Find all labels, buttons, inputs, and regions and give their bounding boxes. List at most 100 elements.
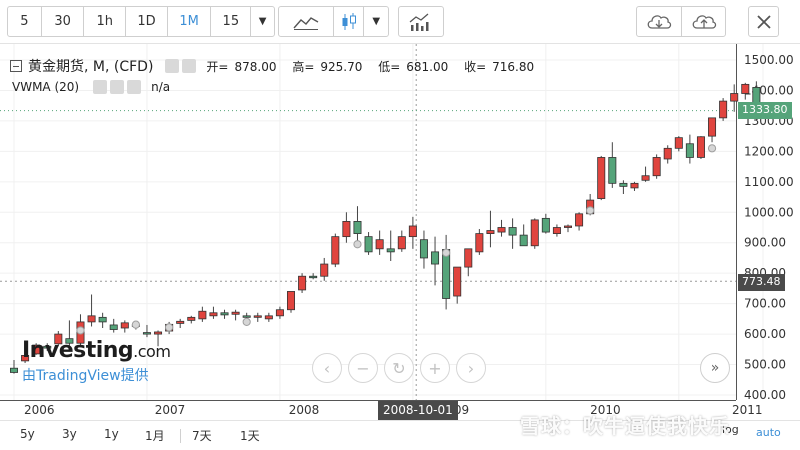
close-button[interactable]: [748, 6, 779, 37]
auto-scale-toggle[interactable]: auto: [756, 426, 781, 439]
candle-body: [530, 219, 539, 247]
zoom-in-button[interactable]: +: [420, 353, 450, 383]
price-tick-label: 700.00: [744, 297, 786, 311]
indicators-icon[interactable]: [399, 7, 443, 36]
indicator-remove-icon[interactable]: [127, 80, 142, 94]
candle-body: [597, 157, 606, 199]
cloud-upload-icon[interactable]: [682, 7, 725, 36]
brand-suffix: .com: [133, 342, 171, 361]
candle-body: [275, 309, 284, 317]
candle-body: [87, 315, 96, 323]
double-chevron-right-icon: »: [710, 360, 720, 376]
candle-body: [320, 263, 329, 277]
candle-body: [209, 312, 218, 317]
candle-body: [475, 233, 484, 253]
candle-body: [242, 315, 251, 318]
cursor-price-tag: 773.48: [738, 274, 785, 291]
indicators-group: [398, 6, 444, 37]
range-5y-button[interactable]: 5y: [20, 427, 35, 441]
cloud-download-icon[interactable]: [637, 7, 682, 36]
line-chart-icon[interactable]: [279, 7, 334, 36]
candle-body: [331, 236, 340, 265]
plus-icon: +: [428, 358, 442, 378]
candle-body: [408, 225, 417, 238]
range-7d-button[interactable]: 7天: [192, 427, 212, 444]
interval-dropdown-button[interactable]: ▼: [251, 7, 274, 36]
candle-body: [708, 117, 717, 137]
candle-body: [685, 143, 694, 158]
candle-body: [741, 83, 750, 94]
price-tick-label: 400.00: [744, 388, 786, 402]
candle-body: [154, 331, 163, 335]
candle-body: [431, 251, 440, 265]
candle-body: [552, 227, 561, 234]
candle-body: [619, 182, 628, 187]
candle-body: [286, 291, 295, 311]
interval-30-button[interactable]: 30: [42, 7, 85, 36]
interval-5-button[interactable]: 5: [8, 7, 42, 36]
indicator-settings-icon[interactable]: [110, 80, 125, 94]
chart-legend: 黄金期货, M, (CFD) 开= 878.00 高= 925.70 低= 681.0…: [10, 56, 546, 76]
indicator-title: VWMA (20): [12, 80, 80, 94]
collapse-legend-icon[interactable]: [10, 60, 22, 72]
chart-type-dropdown-button[interactable]: ▼: [364, 7, 388, 36]
indicator-eye-icon[interactable]: [93, 80, 108, 94]
investing-watermark: Investing.com 由TradingView提供: [22, 338, 171, 385]
reset-icon: ↻: [392, 358, 406, 378]
range-1d-button[interactable]: 1天: [240, 427, 260, 444]
scroll-right-button[interactable]: ›: [456, 353, 486, 383]
interval-15-button[interactable]: 15: [211, 7, 252, 36]
candle-body: [309, 275, 318, 279]
candle-body: [353, 221, 362, 234]
range-1m-button[interactable]: 1月: [145, 427, 165, 444]
settings-icon[interactable]: [182, 59, 197, 73]
scroll-to-end-button[interactable]: »: [700, 353, 730, 383]
range-3y-button[interactable]: 3y: [62, 427, 77, 441]
close-icon: [756, 14, 771, 29]
price-tick-label: 1000.00: [744, 205, 794, 219]
candle-body: [98, 316, 107, 323]
brand-name: Investing: [22, 338, 134, 363]
candle-body: [719, 100, 728, 119]
indicator-legend: VWMA (20) n/a: [12, 80, 170, 94]
range-1y-button[interactable]: 1y: [104, 427, 119, 441]
candle-body: [298, 275, 307, 291]
vwma-point: [76, 326, 85, 335]
interval-1m-button[interactable]: 1M: [168, 7, 212, 36]
candle-body: [497, 227, 506, 233]
symbol-title: 黄金期货, M, (CFD): [28, 59, 154, 75]
time-tick-label: 2007: [155, 403, 186, 417]
eye-icon[interactable]: [165, 59, 180, 73]
open-value: 开= 878.00: [206, 59, 277, 74]
candle-body: [231, 311, 240, 315]
scroll-left-button[interactable]: ‹: [312, 353, 342, 383]
last-price-tag: 1333.80: [738, 102, 792, 119]
candle-body: [696, 136, 705, 158]
provider-link[interactable]: 由TradingView提供: [22, 365, 170, 385]
candle-body: [109, 324, 118, 330]
interval-1d-button[interactable]: 1D: [126, 7, 168, 36]
candle-body: [674, 137, 683, 149]
candle-body: [486, 230, 495, 234]
candle-body: [375, 239, 384, 250]
time-tick-label: 2011: [732, 403, 763, 417]
vwma-point: [442, 248, 451, 257]
candle-body: [641, 175, 650, 181]
interval-1h-button[interactable]: 1h: [84, 7, 127, 36]
reset-button[interactable]: ↻: [384, 353, 414, 383]
candle-body: [630, 182, 639, 189]
indicator-value: n/a: [151, 80, 171, 94]
low-value: 低= 681.00: [378, 59, 449, 74]
candle-body: [397, 236, 406, 250]
minus-icon: −: [356, 358, 370, 378]
candlestick-icon[interactable]: [334, 7, 365, 36]
chevron-right-icon: ›: [467, 358, 475, 378]
price-tick-label: 600.00: [744, 327, 786, 341]
candle-body: [541, 217, 550, 233]
zoom-out-button[interactable]: −: [348, 353, 378, 383]
candle-body: [652, 157, 661, 177]
candle-body: [342, 221, 351, 238]
close-value: 收= 716.80: [464, 59, 535, 74]
candle-body: [564, 225, 573, 228]
candle-body: [508, 227, 517, 236]
